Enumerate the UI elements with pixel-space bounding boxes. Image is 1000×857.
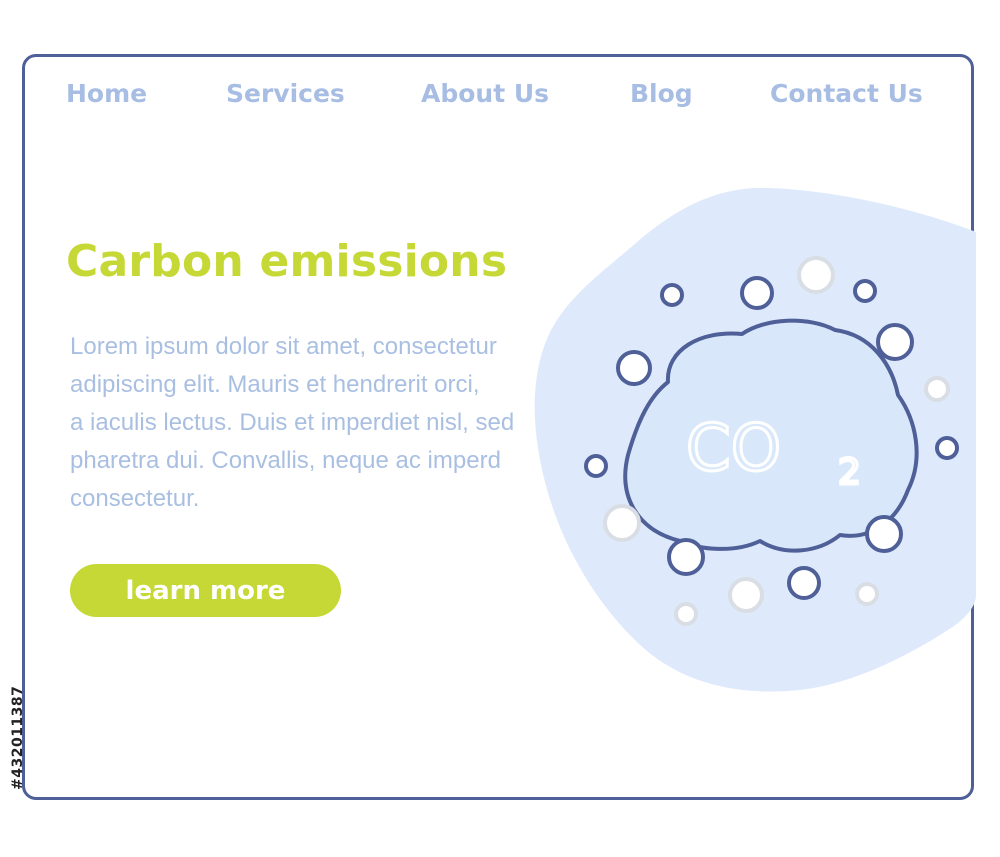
bubble <box>855 582 879 606</box>
bubble <box>797 256 835 294</box>
hero-body-line: adipiscing elit. Mauris et hendrerit orc… <box>70 371 480 398</box>
bubble <box>924 376 950 402</box>
bubble <box>674 602 698 626</box>
bubble <box>603 504 641 542</box>
learn-more-button[interactable]: learn more <box>70 564 341 617</box>
co2-subscript: 2 <box>838 452 861 493</box>
bubble <box>584 454 608 478</box>
bubble <box>787 566 821 600</box>
bubble <box>853 279 877 303</box>
hero-body-line: consectetur. <box>70 485 200 512</box>
bubble <box>740 276 774 310</box>
co2-label: CO <box>686 412 781 486</box>
bubble <box>935 436 959 460</box>
bubble <box>728 577 764 613</box>
stock-id-watermark: #432011387 <box>10 685 26 791</box>
bubble <box>865 515 903 553</box>
bubble <box>660 283 684 307</box>
bubble <box>876 323 914 361</box>
hero-body-line: pharetra dui. Convallis, neque ac imperd <box>70 447 501 474</box>
bubble <box>616 350 652 386</box>
bubble <box>667 538 705 576</box>
hero-body-line: Lorem ipsum dolor sit amet, consectetur <box>70 333 497 360</box>
hero-body: Lorem ipsum dolor sit amet, consectetur … <box>70 328 570 518</box>
hero-title: Carbon emissions <box>66 236 508 287</box>
hero-body-line: a iaculis lectus. Duis et imperdiet nisl… <box>70 409 515 436</box>
